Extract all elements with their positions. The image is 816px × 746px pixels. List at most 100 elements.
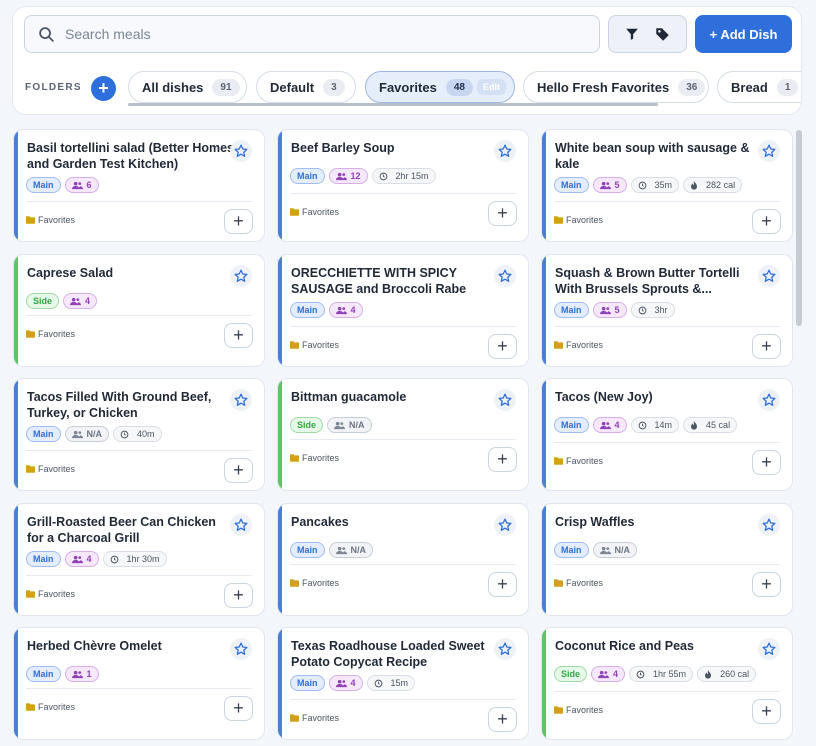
time-badge: 3hr — [630, 302, 675, 318]
search-input[interactable] — [65, 26, 545, 42]
filter-icon[interactable] — [625, 27, 639, 41]
add-to-plan-button[interactable]: + — [488, 334, 517, 359]
favorite-star-icon[interactable] — [758, 389, 780, 411]
page-scrollbar[interactable] — [796, 130, 802, 326]
add-to-plan-button[interactable]: + — [752, 699, 781, 724]
add-to-plan-button[interactable]: + — [752, 209, 781, 234]
folder-icon — [290, 454, 302, 462]
add-to-plan-button[interactable]: + — [488, 707, 517, 732]
dish-card[interactable]: Herbed Chèvre Omelet Main 1 Favorites + — [13, 627, 265, 740]
dish-tags: Main 4 1hr 30m — [26, 551, 167, 567]
servings-badge: 5 — [592, 302, 627, 318]
dish-title[interactable]: ORECCHIETTE WITH SPICY SAUSAGE and Brocc… — [291, 265, 499, 297]
dish-folder-label: Favorites — [302, 453, 340, 463]
add-to-plan-button[interactable]: + — [224, 458, 253, 483]
dish-card[interactable]: Bittman guacamole Side N/A Favorites + — [277, 378, 529, 491]
edit-folder-button[interactable]: Edit — [476, 79, 506, 95]
dish-title[interactable]: Beef Barley Soup — [291, 140, 499, 156]
time-value: 1hr 55m — [653, 669, 687, 679]
dish-card[interactable]: Basil tortellini salad (Better Homes and… — [13, 129, 265, 242]
dish-title[interactable]: Tacos (New Joy) — [555, 389, 763, 405]
dish-card[interactable]: Crisp Waffles Main N/A Favorites + — [541, 503, 793, 616]
favorite-star-icon[interactable] — [758, 638, 780, 660]
folder-chip-label: All dishes — [142, 79, 204, 95]
add-to-plan-button[interactable]: + — [752, 572, 781, 597]
search-bar[interactable] — [24, 15, 600, 53]
favorite-star-icon[interactable] — [758, 265, 780, 287]
add-to-plan-button[interactable]: + — [488, 572, 517, 597]
dish-card[interactable]: Texas Roadhouse Loaded Sweet Potato Copy… — [277, 627, 529, 740]
dish-type-badge: Main — [290, 675, 325, 691]
dish-card[interactable]: Tacos (New Joy) Main 4 14m 45 cal Favorites… — [541, 378, 793, 491]
dish-card[interactable]: Pancakes Main N/A Favorites + — [277, 503, 529, 616]
add-to-plan-button[interactable]: + — [488, 201, 517, 226]
folder-chip-count: 91 — [212, 78, 240, 96]
dish-type-badge: Side — [554, 666, 588, 682]
time-badge: 14m — [630, 417, 680, 433]
favorite-star-icon[interactable] — [494, 638, 516, 660]
favorite-star-icon[interactable] — [230, 389, 252, 411]
add-to-plan-button[interactable]: + — [752, 334, 781, 359]
favorite-star-icon[interactable] — [230, 265, 252, 287]
add-to-plan-button[interactable]: + — [224, 583, 253, 608]
dish-card[interactable]: White bean soup with sausage & kale Main… — [541, 129, 793, 242]
favorite-star-icon[interactable] — [494, 389, 516, 411]
folder-chip-all-dishes[interactable]: All dishes 91 — [128, 71, 247, 103]
dish-card[interactable]: Coconut Rice and Peas Side 4 1hr 55m 260 ca… — [541, 627, 793, 740]
add-to-plan-button[interactable]: + — [488, 447, 517, 472]
folder-chip-favorites[interactable]: Favorites 48 Edit — [365, 71, 515, 103]
folder-chip-bread[interactable]: Bread 1 — [717, 71, 801, 103]
servings-value: N/A — [614, 545, 631, 555]
folders-scrollbar[interactable] — [128, 103, 658, 106]
dish-title[interactable]: Tacos Filled With Ground Beef, Turkey, o… — [27, 389, 235, 421]
dish-title[interactable]: Herbed Chèvre Omelet — [27, 638, 235, 654]
favorite-star-icon[interactable] — [758, 140, 780, 162]
favorite-star-icon[interactable] — [230, 638, 252, 660]
dish-type-badge: Main — [26, 666, 61, 682]
folder-chip-label: Hello Fresh Favorites — [537, 79, 670, 95]
servings-badge: N/A — [327, 417, 372, 433]
dish-card[interactable]: Squash & Brown Butter Tortelli With Brus… — [541, 254, 793, 367]
favorite-star-icon[interactable] — [758, 514, 780, 536]
add-dish-button[interactable]: + Add Dish — [695, 15, 792, 53]
add-to-plan-button[interactable]: + — [224, 209, 253, 234]
dish-title[interactable]: Texas Roadhouse Loaded Sweet Potato Copy… — [291, 638, 499, 670]
servings-value: N/A — [349, 420, 365, 430]
dish-title[interactable]: Grill-Roasted Beer Can Chicken for a Cha… — [27, 514, 235, 546]
dish-card[interactable]: ORECCHIETTE WITH SPICY SAUSAGE and Brocc… — [277, 254, 529, 367]
dish-type-badge: Main — [26, 551, 61, 567]
dish-card[interactable]: Grill-Roasted Beer Can Chicken for a Cha… — [13, 503, 265, 616]
dish-title[interactable]: Caprese Salad — [27, 265, 235, 281]
add-to-plan-button[interactable]: + — [224, 323, 253, 348]
card-divider — [26, 201, 252, 202]
folder-chip-hello-fresh-favorites[interactable]: Hello Fresh Favorites 36 — [523, 71, 709, 103]
dish-title[interactable]: Coconut Rice and Peas — [555, 638, 763, 654]
top-panel: + Add Dish FOLDERS + All dishes 91 Defau… — [12, 6, 802, 115]
dish-folder-label: Favorites — [302, 207, 340, 217]
tag-icon[interactable] — [655, 27, 670, 42]
dish-title[interactable]: Crisp Waffles — [555, 514, 763, 530]
servings-value: N/A — [86, 429, 103, 439]
add-folder-button[interactable]: + — [91, 76, 116, 101]
folder-chip-default[interactable]: Default 3 — [256, 71, 356, 103]
dish-card[interactable]: Beef Barley Soup Main 12 2hr 15m Favorites… — [277, 129, 529, 242]
dish-title[interactable]: Squash & Brown Butter Tortelli With Brus… — [555, 265, 763, 297]
dish-title[interactable]: Basil tortellini salad (Better Homes and… — [27, 140, 235, 172]
favorite-star-icon[interactable] — [494, 265, 516, 287]
add-to-plan-button[interactable]: + — [224, 696, 253, 721]
dish-folder-label: Favorites — [38, 702, 76, 712]
favorite-star-icon[interactable] — [230, 514, 252, 536]
dish-title[interactable]: Bittman guacamole — [291, 389, 499, 405]
favorite-star-icon[interactable] — [494, 140, 516, 162]
dish-tags: Main 6 — [26, 177, 99, 193]
add-to-plan-button[interactable]: + — [752, 450, 781, 475]
folder-icon — [290, 208, 302, 216]
favorite-star-icon[interactable] — [494, 514, 516, 536]
favorite-star-icon[interactable] — [230, 140, 252, 162]
dish-card[interactable]: Caprese Salad Side 4 Favorites + — [13, 254, 265, 367]
dish-title[interactable]: Pancakes — [291, 514, 499, 530]
folder-icon — [26, 330, 38, 338]
folder-chip-label: Default — [270, 79, 315, 95]
dish-card[interactable]: Tacos Filled With Ground Beef, Turkey, o… — [13, 378, 265, 491]
dish-title[interactable]: White bean soup with sausage & kale — [555, 140, 763, 172]
